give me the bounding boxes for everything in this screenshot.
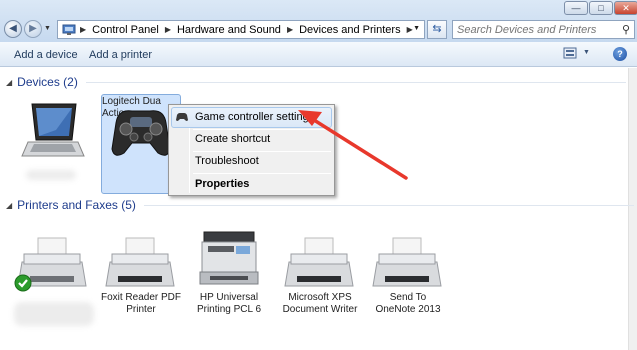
printer-name-line1: HP Universal — [199, 292, 259, 303]
device-laptop[interactable] — [12, 100, 88, 180]
control-panel-icon — [62, 24, 76, 35]
menu-item-properties[interactable]: Properties — [171, 174, 332, 195]
menu-item-game-controller-settings[interactable]: Game controller settings — [171, 107, 332, 128]
breadcrumb-devices-and-printers[interactable]: Devices and Printers — [299, 24, 401, 36]
printer-hp-universal[interactable]: HP Universal Printing PCL 6 — [186, 228, 272, 316]
printer-icon — [372, 237, 442, 287]
menu-item-label: Troubleshoot — [195, 155, 259, 167]
breadcrumb-chevron-icon[interactable]: ▶ — [287, 25, 293, 34]
menu-item-create-shortcut[interactable]: Create shortcut — [171, 129, 332, 150]
view-dropdown-icon[interactable]: ▼ — [583, 49, 590, 56]
printer-microsoft-xps[interactable]: Microsoft XPS Document Writer — [276, 232, 364, 316]
menu-item-label: Properties — [195, 178, 250, 190]
printer-foxit[interactable]: Foxit Reader PDF Printer — [98, 232, 184, 316]
close-button[interactable]: ✕ — [614, 1, 637, 15]
forward-arrow-icon[interactable]: ▶ — [24, 20, 42, 38]
laptop-icon — [21, 103, 85, 157]
search-input[interactable] — [457, 23, 607, 36]
search-box[interactable]: ⚲ — [452, 20, 635, 39]
printer-default[interactable] — [6, 232, 96, 332]
title-bar: — □ ✕ ◀ ▶ ▼ ▶ Control Panel ▶ Hardware a… — [0, 0, 637, 42]
add-device-button[interactable]: Add a device — [14, 49, 78, 61]
back-arrow-icon[interactable]: ◀ — [4, 20, 22, 38]
printer-name-line2: Printer — [126, 304, 156, 315]
maximize-button[interactable]: □ — [589, 1, 613, 15]
command-bar: Add a device Add a printer ▼ ? — [0, 42, 637, 67]
printer-icon — [105, 237, 175, 287]
address-dropdown-icon[interactable]: ▼ — [413, 25, 420, 32]
printer-name-line1: Send To — [389, 292, 427, 303]
breadcrumb-hardware-and-sound[interactable]: Hardware and Sound — [177, 24, 281, 36]
gamepad-icon — [111, 110, 171, 156]
breadcrumb-chevron-icon[interactable]: ▶ — [407, 25, 413, 34]
menu-item-label: Create shortcut — [195, 133, 271, 145]
printers-group-header[interactable]: ◢ Printers and Faxes (5) — [6, 198, 634, 212]
add-printer-button[interactable]: Add a printer — [89, 49, 152, 61]
printer-name-line2: Document Writer — [282, 304, 358, 315]
devices-group-title: Devices (2) — [17, 75, 78, 89]
menu-item-label: Game controller settings — [195, 111, 315, 123]
printer-send-to-onenote[interactable]: Send To OneNote 2013 — [364, 232, 452, 316]
printer-name-line2: Printing PCL 6 — [196, 304, 262, 315]
printer-name-line1: Foxit Reader PDF — [100, 292, 182, 303]
breadcrumb-control-panel[interactable]: Control Panel — [92, 24, 159, 36]
group-divider — [85, 81, 626, 83]
default-printer-check-icon — [14, 274, 32, 292]
breadcrumb-chevron-icon[interactable]: ▶ — [80, 25, 86, 34]
address-bar[interactable]: ▶ Control Panel ▶ Hardware and Sound ▶ D… — [57, 20, 425, 39]
refresh-icon[interactable]: ⇆ — [427, 20, 447, 39]
search-icon[interactable]: ⚲ — [622, 23, 630, 36]
breadcrumb-chevron-icon[interactable]: ▶ — [165, 25, 171, 34]
recent-pages-dropdown[interactable]: ▼ — [44, 25, 51, 32]
minimize-button[interactable]: — — [564, 1, 588, 15]
collapse-triangle-icon[interactable]: ◢ — [6, 201, 12, 210]
view-icon — [563, 47, 577, 59]
window-controls: — □ ✕ — [563, 1, 637, 15]
blurred-printer-name — [14, 302, 94, 326]
printer-icon — [199, 231, 259, 285]
blurred-device-name — [26, 170, 76, 180]
change-view-button[interactable]: ▼ — [563, 47, 593, 62]
help-icon[interactable]: ? — [613, 47, 627, 61]
printer-icon — [284, 237, 354, 287]
group-divider — [143, 204, 634, 206]
printer-name-line2: OneNote 2013 — [375, 304, 441, 315]
printers-group-title: Printers and Faxes (5) — [17, 198, 136, 212]
menu-item-troubleshoot[interactable]: Troubleshoot — [171, 151, 332, 172]
collapse-triangle-icon[interactable]: ◢ — [6, 78, 12, 87]
printer-name-line1: Microsoft XPS — [288, 292, 352, 303]
devices-group-header[interactable]: ◢ Devices (2) — [6, 75, 626, 89]
gamepad-small-icon — [176, 113, 188, 121]
context-menu: Game controller settings Create shortcut… — [168, 104, 335, 196]
